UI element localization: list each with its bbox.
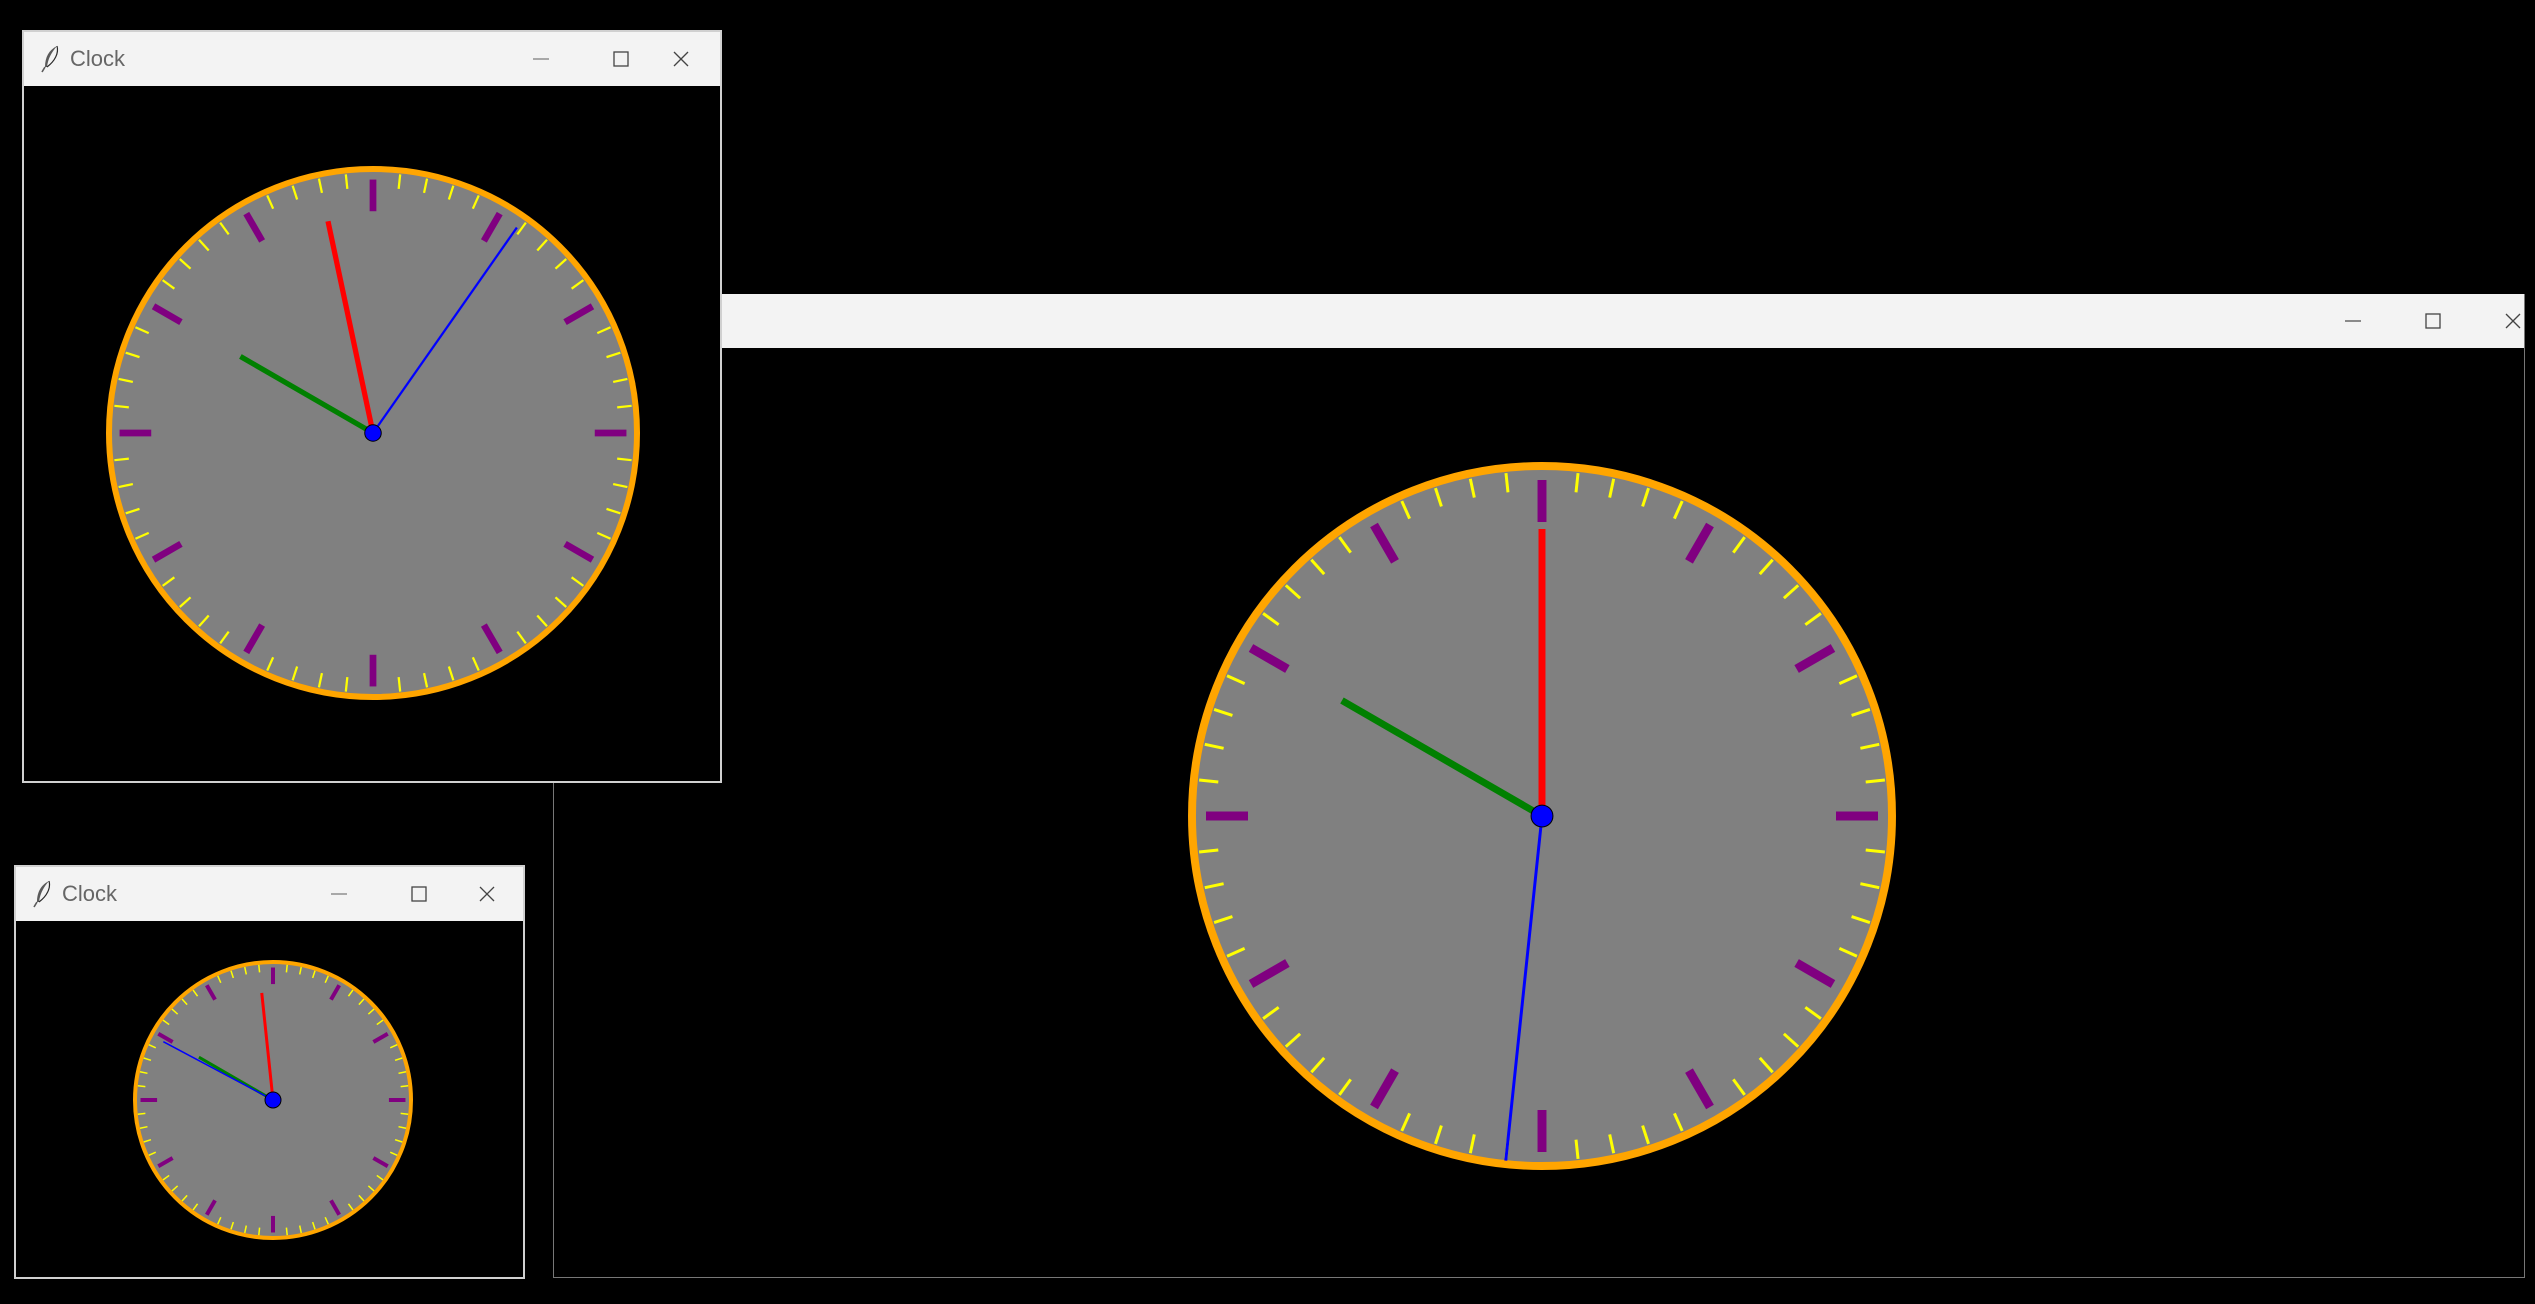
minor-tick [258, 964, 261, 973]
tk-feather-icon [33, 880, 51, 908]
clock-canvas [24, 86, 720, 781]
center-hub [264, 1091, 282, 1109]
title-bar[interactable]: Clock [24, 32, 720, 86]
minimize-icon [331, 893, 347, 895]
window-title: Clock [62, 881, 118, 906]
title-bar[interactable] [554, 294, 2524, 348]
minor-tick [344, 174, 349, 189]
minor-tick [1574, 472, 1580, 493]
minor-tick [617, 457, 632, 462]
analog-clock [106, 166, 640, 700]
close-button[interactable] [2473, 294, 2535, 348]
minor-tick [1198, 848, 1219, 854]
minor-tick [1865, 848, 1886, 854]
minor-tick [397, 174, 402, 189]
clock-canvas [16, 921, 523, 1277]
minor-tick [137, 1085, 146, 1088]
minimize-button[interactable] [2313, 294, 2393, 348]
minor-tick [617, 404, 632, 409]
window-title: Clock [70, 46, 126, 71]
clock-canvas [554, 348, 2524, 1277]
minimize-button[interactable] [299, 867, 379, 921]
minor-tick [400, 1112, 409, 1115]
maximize-button[interactable] [2393, 294, 2473, 348]
maximize-icon [613, 51, 629, 67]
minor-tick [1198, 778, 1219, 784]
clock-window-large[interactable] [553, 294, 2525, 1278]
center-hub [1530, 804, 1554, 828]
minimize-icon [2345, 320, 2361, 322]
minor-tick [114, 404, 129, 409]
close-button[interactable] [641, 32, 721, 86]
title-bar[interactable]: Clock [16, 867, 523, 921]
minor-tick [285, 1227, 288, 1236]
clock-window-medium[interactable]: Clock [22, 30, 722, 783]
minor-tick [137, 1112, 146, 1115]
minor-tick [285, 964, 288, 973]
minor-tick [258, 1227, 261, 1236]
tk-feather-icon [41, 45, 59, 73]
close-icon [479, 886, 495, 902]
center-hub [364, 424, 382, 442]
minor-tick [397, 677, 402, 692]
close-icon [673, 51, 689, 67]
analog-clock [1188, 462, 1896, 1170]
minor-tick [400, 1085, 409, 1088]
close-icon [2505, 313, 2521, 329]
minor-tick [114, 457, 129, 462]
minimize-icon [533, 58, 549, 60]
minor-tick [1865, 778, 1886, 784]
minor-tick [1574, 1139, 1580, 1160]
minor-tick [1504, 472, 1510, 493]
maximize-icon [2425, 313, 2441, 329]
minimize-button[interactable] [501, 32, 581, 86]
analog-clock [133, 960, 413, 1240]
maximize-icon [411, 886, 427, 902]
minor-tick [344, 677, 349, 692]
close-button[interactable] [447, 867, 527, 921]
clock-window-small[interactable]: Clock [14, 865, 525, 1279]
